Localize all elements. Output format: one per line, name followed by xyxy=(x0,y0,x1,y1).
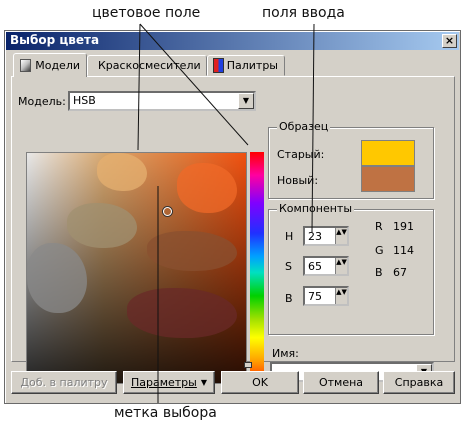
green-value: 114 xyxy=(393,244,414,257)
palette-icon xyxy=(213,58,224,73)
hue-slider-handle[interactable] xyxy=(244,362,252,368)
models-tab-panel: Модель: HSB ▼ Образец Старый: Новый: Ком… xyxy=(11,76,455,384)
cancel-label: Отмена xyxy=(318,376,364,389)
selection-marker[interactable] xyxy=(163,207,172,216)
tab-models[interactable]: Модели xyxy=(13,53,87,77)
hue-label: H xyxy=(285,230,294,243)
color-field-patch xyxy=(147,231,237,271)
color-field[interactable] xyxy=(26,152,247,384)
add-to-palette-button[interactable]: Доб. в палитру xyxy=(11,371,117,394)
add-to-palette-label: Доб. в палитру xyxy=(20,376,108,389)
parameters-button[interactable]: Параметры ▼ xyxy=(123,371,215,394)
green-label: G xyxy=(375,244,384,257)
ok-button[interactable]: OK xyxy=(221,371,299,394)
callout-input-fields: поля ввода xyxy=(262,5,345,21)
new-color-label: Новый: xyxy=(277,174,319,187)
sample-group: Образец Старый: Новый: xyxy=(268,120,434,199)
spin-arrows-icon[interactable]: ▲▼ xyxy=(335,258,347,274)
callout-color-field: цветовое поле xyxy=(92,5,201,21)
color-picker-dialog: Выбор цвета × Модели Краскосмесители Пал… xyxy=(4,30,461,404)
blue-label: B xyxy=(375,266,383,279)
hue-value: 23 xyxy=(308,230,322,243)
parameters-label: Параметры xyxy=(130,376,197,389)
title-bar[interactable]: Выбор цвета × xyxy=(6,32,459,50)
old-color-label: Старый: xyxy=(277,148,325,161)
tab-label: Краскосмесители xyxy=(98,59,201,72)
tab-label: Палитры xyxy=(226,59,278,72)
hue-input[interactable]: 23 ▲▼ xyxy=(303,226,349,246)
window-title: Выбор цвета xyxy=(10,33,100,47)
brightness-label: B xyxy=(285,292,293,305)
red-value: 191 xyxy=(393,220,414,233)
hue-slider[interactable] xyxy=(250,152,264,384)
color-model-icon xyxy=(20,59,32,72)
model-value: HSB xyxy=(73,94,96,107)
close-button[interactable]: × xyxy=(442,34,457,48)
close-icon: × xyxy=(444,34,455,47)
chevron-down-icon: ▼ xyxy=(200,378,208,387)
brightness-value: 75 xyxy=(308,290,322,303)
chevron-down-icon[interactable]: ▼ xyxy=(238,93,254,109)
saturation-label: S xyxy=(285,260,292,273)
components-group: Компоненты H 23 ▲▼ S 65 ▲▼ B 75 ▲▼ R 191… xyxy=(268,202,434,335)
sample-group-title: Образец xyxy=(277,120,331,133)
old-color-swatch xyxy=(361,140,415,166)
model-select[interactable]: HSB ▼ xyxy=(68,91,256,111)
tab-color-mixers[interactable]: Краскосмесители xyxy=(87,55,207,76)
color-field-patch xyxy=(97,153,147,191)
callout-selection-marker: метка выбора xyxy=(114,405,217,421)
tab-label: Модели xyxy=(35,59,80,72)
name-label: Имя: xyxy=(272,347,299,360)
blue-value: 67 xyxy=(393,266,407,279)
red-label: R xyxy=(375,220,383,233)
spin-arrows-icon[interactable]: ▲▼ xyxy=(335,228,347,244)
components-group-title: Компоненты xyxy=(277,202,355,215)
help-label: Справка xyxy=(394,376,444,389)
model-label: Модель: xyxy=(18,95,66,108)
spin-arrows-icon[interactable]: ▲▼ xyxy=(335,288,347,304)
saturation-value: 65 xyxy=(308,260,322,273)
help-button[interactable]: Справка xyxy=(383,371,455,394)
brightness-input[interactable]: 75 ▲▼ xyxy=(303,286,349,306)
ok-label: OK xyxy=(252,376,268,389)
saturation-input[interactable]: 65 ▲▼ xyxy=(303,256,349,276)
cancel-button[interactable]: Отмена xyxy=(303,371,379,394)
tab-palettes[interactable]: Палитры xyxy=(207,55,285,76)
new-color-swatch xyxy=(361,166,415,192)
